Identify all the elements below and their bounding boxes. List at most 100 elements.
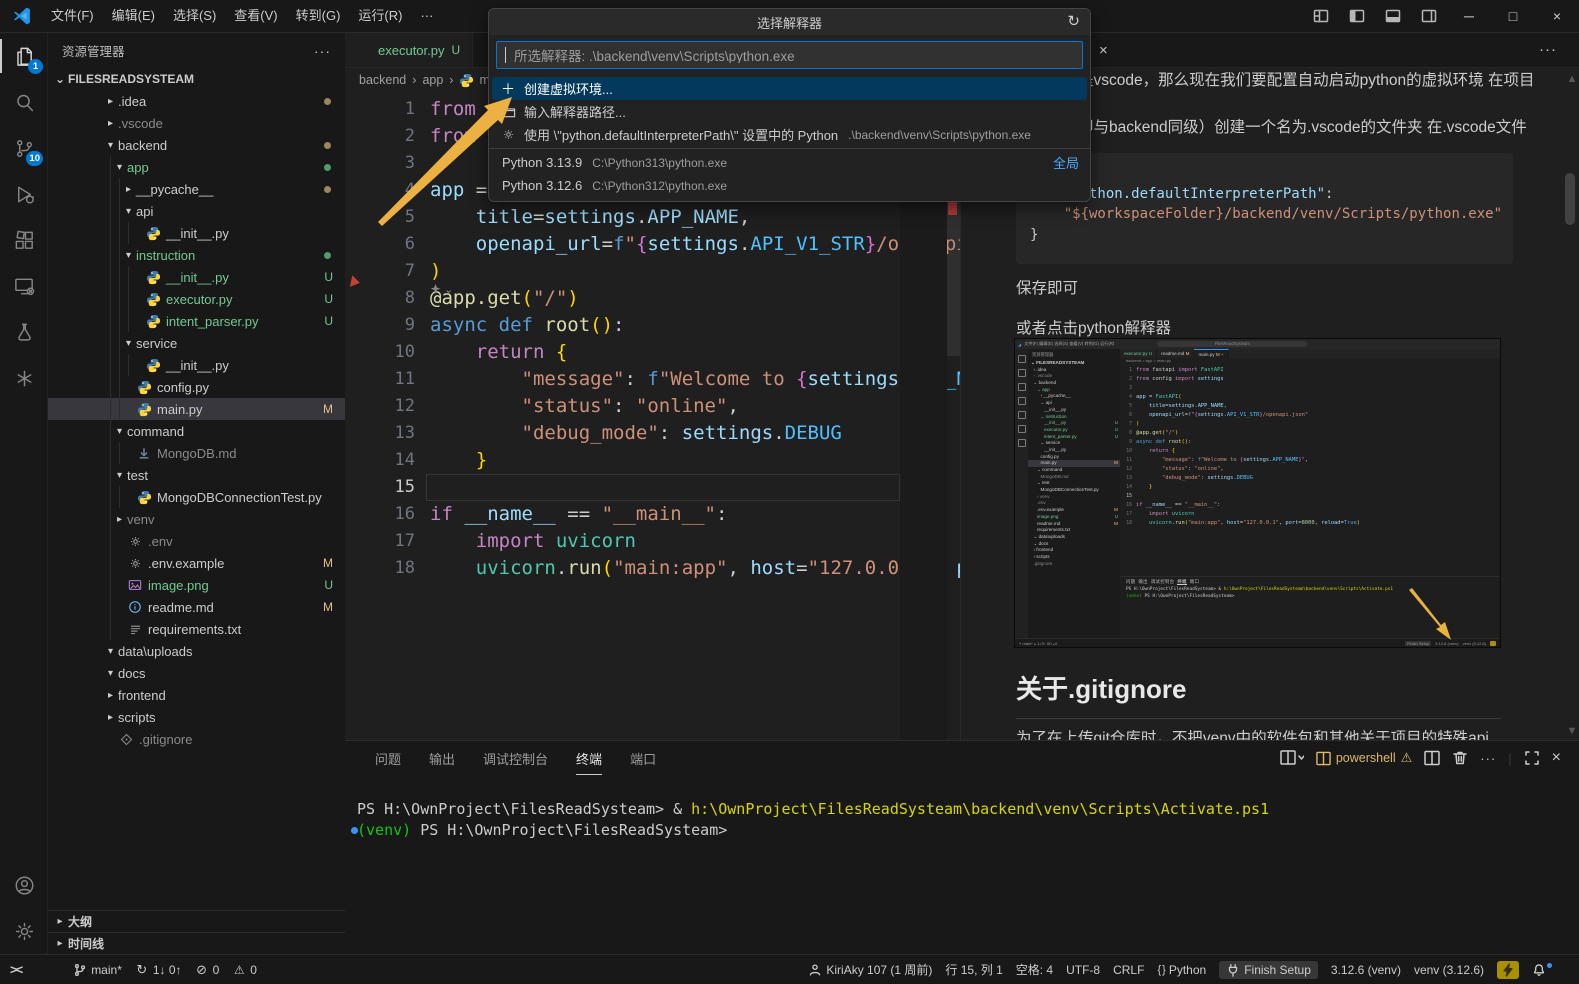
status-warnings[interactable]: ⚠0	[232, 963, 257, 977]
status-cursor-position[interactable]: 行 15, 列 1	[945, 961, 1002, 978]
preview-scrollbar[interactable]	[1565, 173, 1575, 225]
tree-item-app[interactable]: ▾app	[48, 156, 345, 178]
split-terminal-icon[interactable]	[1424, 750, 1440, 766]
quickpick-item-enter-interpreter-path[interactable]: 输入解释器路径...	[492, 100, 1087, 123]
close-tab-icon[interactable]: ×	[1099, 42, 1108, 59]
activitybar-remote-explorer[interactable]	[0, 263, 48, 309]
code-line-9[interactable]: 9async def root():	[345, 312, 900, 339]
panel-tab-输出[interactable]: 输出	[429, 749, 455, 775]
code-line-5[interactable]: 5 title=settings.APP_NAME,	[345, 204, 900, 231]
customize-layout-icon[interactable]	[1313, 8, 1329, 24]
tree-item-main.py[interactable]: main.pyM	[48, 398, 345, 420]
code-line-17[interactable]: 17 import uvicorn	[345, 528, 900, 555]
tree-item-image.png[interactable]: image.pngU	[48, 574, 345, 596]
tree-item-__init__.py[interactable]: __init__.py	[48, 222, 345, 244]
terminal-shell-label[interactable]: powershell ⚠	[1316, 750, 1412, 766]
terminal-more-actions-icon[interactable]: ···	[1480, 751, 1496, 766]
status-blame[interactable]: KiriAky 107 (1 周前)	[808, 961, 932, 978]
scroll-down-icon[interactable]: ▼	[1565, 725, 1579, 739]
refresh-icon[interactable]: ↻	[1067, 12, 1080, 30]
toggle-panel-icon[interactable]	[1385, 8, 1401, 24]
code-line-11[interactable]: 11 "message": f"Welcome to {settings.APP…	[345, 366, 900, 393]
status-sync[interactable]: ↻1↓ 0↑	[135, 963, 182, 977]
code-line-10[interactable]: 10 return {	[345, 339, 900, 366]
tree-item-.env.example[interactable]: .env.exampleM	[48, 552, 345, 574]
status-extension-status[interactable]	[1497, 961, 1519, 979]
status-branch[interactable]: main*	[73, 963, 122, 977]
code-line-13[interactable]: 13 "debug_mode": settings.DEBUG	[345, 420, 900, 447]
tree-item-test[interactable]: ▾test	[48, 464, 345, 486]
menu-3[interactable]: 查看(V)	[225, 5, 286, 27]
tree-item-.gitignore[interactable]: .gitignore	[48, 728, 345, 750]
code-line-7[interactable]: 7)	[345, 258, 900, 285]
toggle-secondary-sidebar-icon[interactable]	[1421, 8, 1437, 24]
close-button[interactable]: ×	[1535, 0, 1579, 33]
preview-more-actions-icon[interactable]: ···	[1539, 41, 1557, 58]
code-line-12[interactable]: 12 "status": "online",	[345, 393, 900, 420]
tree-item-command[interactable]: ▾command	[48, 420, 345, 442]
menu-2[interactable]: 选择(S)	[164, 5, 225, 27]
panel-tab-问题[interactable]: 问题	[375, 749, 401, 775]
tree-item-__init__.py[interactable]: __init__.py	[48, 354, 345, 376]
code-line-14[interactable]: 14 }	[345, 447, 900, 474]
tree-item-requirements.txt[interactable]: requirements.txt	[48, 618, 345, 640]
tree-item-api[interactable]: ▾api	[48, 200, 345, 222]
tree-item-intent_parser.py[interactable]: intent_parser.pyU	[48, 310, 345, 332]
status-encoding[interactable]: UTF-8	[1066, 963, 1100, 977]
tree-item-MongoDBConnectionTest.py[interactable]: MongoDBConnectionTest.py	[48, 486, 345, 508]
tree-item-instruction[interactable]: ▾instruction	[48, 244, 345, 266]
activitybar-extensions[interactable]	[0, 217, 48, 263]
scroll-up-icon[interactable]: ▲	[1565, 73, 1579, 87]
activitybar-search[interactable]	[0, 79, 48, 125]
breadcrumb-app[interactable]: app	[422, 73, 443, 87]
tree-item-scripts[interactable]: ▸scripts	[48, 706, 345, 728]
menu-0[interactable]: 文件(F)	[42, 5, 103, 27]
quickpick-item-use-default-interpreter[interactable]: 使用 \"python.defaultInterpreterPath\" 设置中…	[492, 123, 1087, 146]
maximize-panel-icon[interactable]	[1524, 750, 1540, 766]
code-line-6[interactable]: 6 openapi_url=f"{settings.API_V1_STR}/op…	[345, 231, 900, 258]
quickpick-item-tag[interactable]: 全局	[1053, 153, 1079, 172]
activitybar-explorer[interactable]: 1	[0, 33, 48, 79]
toggle-primary-sidebar-icon[interactable]	[1349, 8, 1365, 24]
panel-tab-终端[interactable]: 终端	[576, 749, 602, 775]
inline-ai-sparkle-icon[interactable]: ⌄	[429, 283, 453, 296]
quickpick-item-create-venv[interactable]: ＋创建虚拟环境...	[492, 77, 1087, 100]
tree-item-.vscode[interactable]: ▸.vscode	[48, 112, 345, 134]
tree-item-data_uploads[interactable]: ▾data\uploads	[48, 640, 345, 662]
status-python-interpreter[interactable]: 3.12.6 (venv)	[1331, 963, 1401, 977]
menu-5[interactable]: 运行(R)	[349, 5, 411, 27]
activitybar-account[interactable]	[0, 862, 48, 908]
tree-item-config.py[interactable]: config.py	[48, 376, 345, 398]
menu-1[interactable]: 编辑(E)	[103, 5, 164, 27]
code-line-18[interactable]: 18 uvicorn.run("main:app", host="127.0.0…	[345, 555, 900, 582]
tree-item-.idea[interactable]: ▸.idea	[48, 90, 345, 112]
tree-item-service[interactable]: ▾service	[48, 332, 345, 354]
tree-item-readme.md[interactable]: readme.mdM	[48, 596, 345, 618]
minimize-button[interactable]: ─	[1447, 0, 1491, 33]
activitybar-settings[interactable]	[0, 908, 48, 954]
status-language-mode[interactable]: { }Python	[1157, 963, 1206, 977]
activitybar-ai-assistant[interactable]	[0, 355, 48, 401]
status-python-env[interactable]: venv (3.12.6)	[1414, 963, 1484, 977]
quickpick-item-python-3126[interactable]: Python 3.12.6C:\Python312\python.exe	[492, 174, 1087, 197]
workspace-root-folder[interactable]: ⌄ FILESREADSYSTEAM	[48, 68, 345, 90]
activitybar-run-debug[interactable]	[0, 171, 48, 217]
section-1[interactable]: ▸时间线	[48, 932, 345, 954]
interpreter-input[interactable]	[506, 48, 1082, 63]
section-0[interactable]: ▸大纲	[48, 910, 345, 932]
status-eol[interactable]: CRLF	[1113, 963, 1144, 977]
activitybar-source-control[interactable]: 10	[0, 125, 48, 171]
tree-item-__init__.py[interactable]: __init__.pyU	[48, 266, 345, 288]
tree-item-executor.py[interactable]: executor.pyU	[48, 288, 345, 310]
tree-item-frontend[interactable]: ▸frontend	[48, 684, 345, 706]
tree-item-docs[interactable]: ▾docs	[48, 662, 345, 684]
tree-item-.env[interactable]: .env	[48, 530, 345, 552]
close-panel-icon[interactable]: ×	[1552, 749, 1561, 767]
menu-4[interactable]: 转到(G)	[287, 5, 350, 27]
tab-executor-py[interactable]: executor.py U	[345, 33, 473, 67]
remote-indicator[interactable]: ><	[10, 962, 21, 977]
menu-6[interactable]: ···	[411, 5, 442, 27]
status-notifications[interactable]	[1532, 963, 1552, 977]
breadcrumb-backend[interactable]: backend	[359, 73, 406, 87]
tree-item-venv[interactable]: ▸venv	[48, 508, 345, 530]
